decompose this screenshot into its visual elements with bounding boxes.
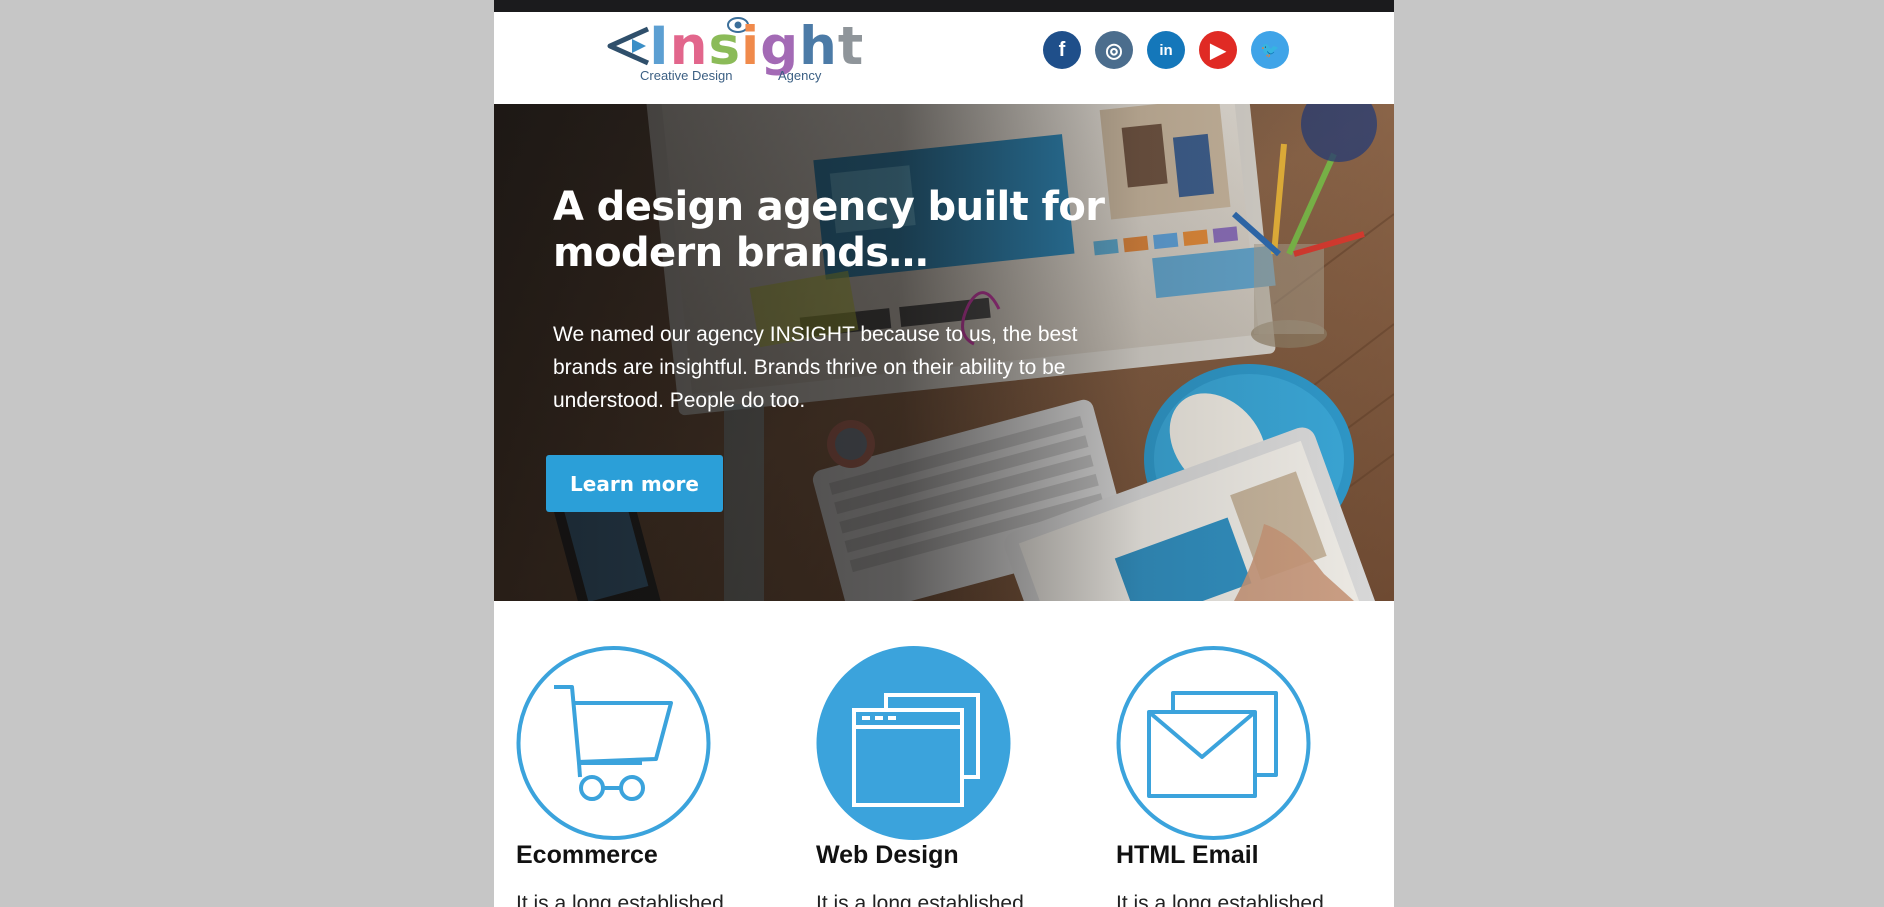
twitter-glyph: 🐦: [1260, 42, 1280, 59]
twitter-icon[interactable]: 🐦: [1251, 31, 1289, 69]
logo-tagline-right: Agency: [778, 68, 822, 83]
email-container: Insight Creative Design Agency f ◎ in ▶ 🐦: [494, 0, 1394, 907]
hero-banner: A design agency built for modern brands……: [494, 104, 1394, 601]
facebook-icon[interactable]: f: [1043, 31, 1081, 69]
logo-arrow-icon: [607, 26, 650, 66]
service-text: It is a long established: [816, 892, 1024, 907]
facebook-glyph: f: [1058, 38, 1066, 61]
top-bar: [494, 0, 1394, 12]
logo-tagline: Creative Design Agency: [640, 68, 830, 83]
envelope-icon: [1116, 646, 1311, 840]
hero-description: We named our agency INSIGHT because to u…: [553, 323, 1078, 412]
logo-letter: t: [837, 16, 865, 77]
service-title: Ecommerce: [516, 841, 658, 869]
service-text: It is a long established: [516, 892, 724, 907]
logo-tagline-left: Creative Design: [640, 68, 733, 83]
service-text: It is a long established: [1116, 892, 1324, 907]
instagram-glyph: ◎: [1105, 39, 1123, 62]
social-links: f ◎ in ▶ 🐦: [1043, 31, 1289, 69]
learn-more-button[interactable]: Learn more: [546, 455, 723, 512]
linkedin-glyph: in: [1159, 41, 1173, 59]
logo[interactable]: Insight Creative Design Agency: [604, 17, 863, 89]
service-title: HTML Email: [1116, 841, 1259, 869]
youtube-glyph: ▶: [1210, 39, 1226, 62]
hero-title: A design agency built for modern brands…: [553, 184, 1105, 276]
linkedin-icon[interactable]: in: [1147, 31, 1185, 69]
shopping-cart-icon: [516, 646, 711, 840]
youtube-icon[interactable]: ▶: [1199, 31, 1237, 69]
browser-windows-icon: [816, 646, 1011, 840]
instagram-icon[interactable]: ◎: [1095, 31, 1133, 69]
service-title: Web Design: [816, 841, 959, 869]
